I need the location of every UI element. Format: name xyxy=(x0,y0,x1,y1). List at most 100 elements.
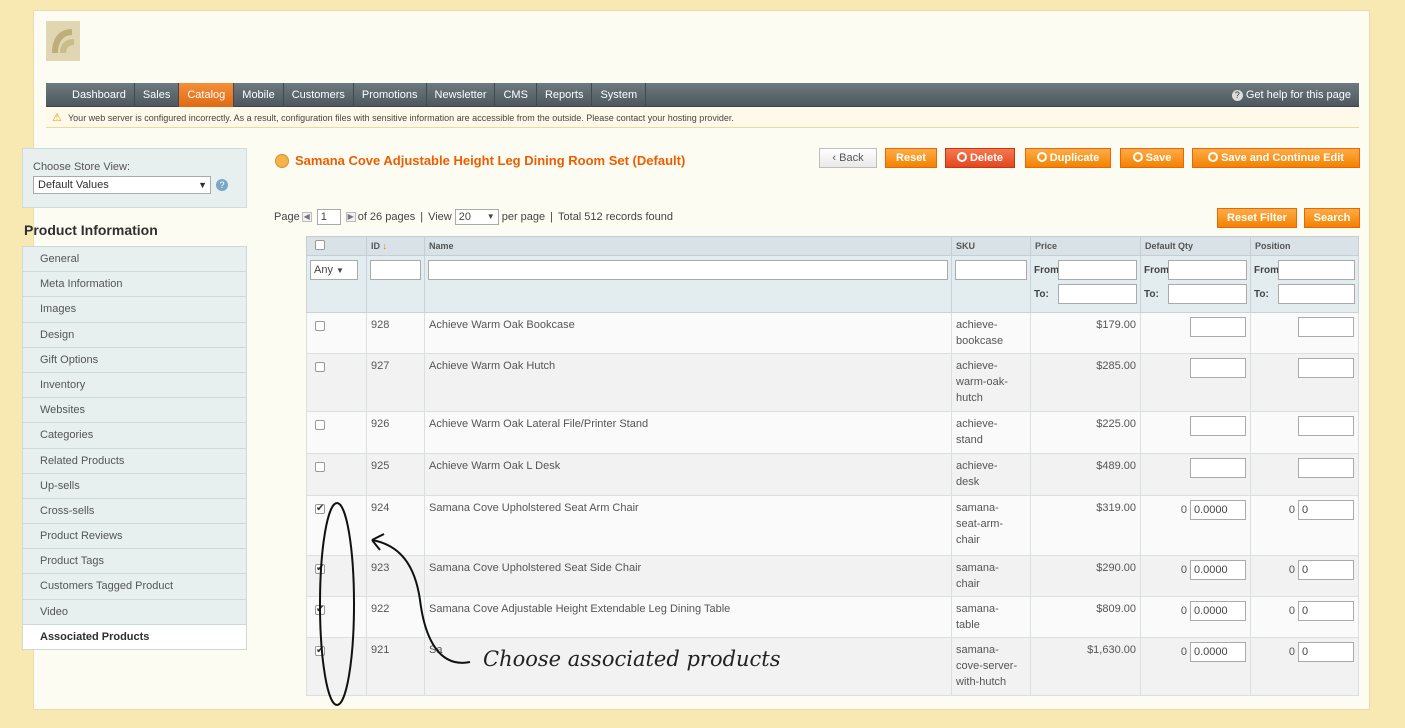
nav-item-cms[interactable]: CMS xyxy=(495,83,537,107)
price-from-input[interactable] xyxy=(1058,260,1137,280)
nav-item-catalog[interactable]: Catalog xyxy=(179,83,235,107)
row-select-checkbox[interactable] xyxy=(315,602,325,618)
tab-categories[interactable]: Categories xyxy=(23,423,246,449)
associated-products-grid: ID ↓ Name SKU Price Default Qty Position… xyxy=(306,236,1359,696)
qty-from-input[interactable] xyxy=(1168,260,1247,280)
tab-inventory[interactable]: Inventory xyxy=(23,372,246,399)
per-page-select[interactable]: 20 ▼ xyxy=(454,209,499,225)
tab-general[interactable]: General xyxy=(23,247,246,273)
row-position-input[interactable] xyxy=(1298,358,1354,378)
tab-up-sells[interactable]: Up-sells xyxy=(23,473,246,499)
row-name: Achieve Warm Oak L Desk xyxy=(424,453,952,496)
price-to-input[interactable] xyxy=(1058,284,1137,304)
name-column-header[interactable]: Name xyxy=(424,236,952,256)
table-row[interactable]: 923Samana Cove Upholstered Seat Side Cha… xyxy=(306,555,1359,597)
row-default-qty-input[interactable] xyxy=(1190,416,1246,436)
tab-product-tags[interactable]: Product Tags xyxy=(23,549,246,575)
row-position-input[interactable]: 0 xyxy=(1298,500,1354,520)
position-column-header[interactable]: Position xyxy=(1250,236,1359,256)
tab-product-reviews[interactable]: Product Reviews xyxy=(23,524,246,550)
id-column-header[interactable]: ID ↓ xyxy=(366,236,425,256)
delete-button[interactable]: Delete xyxy=(945,148,1015,168)
name-filter-input[interactable] xyxy=(428,260,948,280)
in-products-filter-select[interactable]: Any ▼ xyxy=(310,260,358,280)
position-to-input[interactable] xyxy=(1278,284,1355,304)
row-default-qty-input[interactable] xyxy=(1190,458,1246,478)
tab-related-products[interactable]: Related Products xyxy=(23,448,246,474)
default-qty-column-header[interactable]: Default Qty xyxy=(1140,236,1251,256)
row-select-checkbox[interactable] xyxy=(315,362,325,372)
row-default-qty-input[interactable]: 0.0000 xyxy=(1190,642,1246,662)
table-row[interactable]: 927 Achieve Warm Oak Hutch achieve- warm-o… xyxy=(306,353,1359,412)
nav-item-mobile[interactable]: Mobile xyxy=(234,83,284,107)
save-and-continue-button[interactable]: Save and Continue Edit xyxy=(1192,148,1360,168)
nav-item-promotions[interactable]: Promotions xyxy=(354,83,427,107)
row-default-qty-input[interactable] xyxy=(1190,317,1246,337)
product-information-title: Product Information xyxy=(24,222,158,238)
table-row[interactable]: 922Samana Cove Adjustable Height Extenda… xyxy=(306,596,1359,638)
select-all-header[interactable] xyxy=(306,236,367,256)
warning-icon: ⚠ xyxy=(52,112,62,124)
row-position-input[interactable]: 0 xyxy=(1298,642,1354,662)
row-select-checkbox[interactable] xyxy=(315,643,325,659)
nav-item-system[interactable]: System xyxy=(592,83,647,107)
nav-item-sales[interactable]: Sales xyxy=(135,83,180,107)
position-from-input[interactable] xyxy=(1278,260,1355,280)
row-position-input[interactable]: 0 xyxy=(1298,560,1354,580)
nav-item-reports[interactable]: Reports xyxy=(537,83,593,107)
nav-item-dashboard[interactable]: Dashboard xyxy=(64,83,135,107)
tab-customers-tagged-product[interactable]: Customers Tagged Product xyxy=(23,574,246,600)
row-position-input[interactable] xyxy=(1298,416,1354,436)
row-select-checkbox[interactable] xyxy=(315,501,325,517)
table-row[interactable]: 926 Achieve Warm Oak Lateral File/Printer… xyxy=(306,411,1359,454)
info-icon[interactable]: ? xyxy=(216,179,228,191)
save-button[interactable]: Save xyxy=(1120,148,1184,168)
row-select-checkbox[interactable] xyxy=(315,321,325,331)
row-default-qty-input[interactable]: 0.0000 xyxy=(1190,601,1246,621)
back-button[interactable]: ‹ Back xyxy=(819,148,877,168)
duplicate-button[interactable]: Duplicate xyxy=(1025,148,1111,168)
id-filter-input[interactable] xyxy=(370,260,421,280)
row-select-checkbox[interactable] xyxy=(315,462,325,472)
row-select-checkbox[interactable] xyxy=(315,561,325,577)
row-sku: samana- cove-server- with-hutch xyxy=(951,637,1031,696)
row-position-input[interactable] xyxy=(1298,317,1354,337)
help-link[interactable]: ? Get help for this page xyxy=(1231,83,1351,107)
select-all-checkbox[interactable] xyxy=(315,240,325,250)
tab-websites[interactable]: Websites xyxy=(23,398,246,424)
next-page-icon[interactable]: ▶ xyxy=(345,212,356,222)
tab-gift-options[interactable]: Gift Options xyxy=(23,347,246,373)
tab-associated-products[interactable]: Associated Products xyxy=(23,624,246,650)
qty-to-input[interactable] xyxy=(1168,284,1247,304)
tab-cross-sells[interactable]: Cross-sells xyxy=(23,498,246,525)
tab-design[interactable]: Design xyxy=(23,322,246,348)
table-row[interactable]: 924Samana Cove Upholstered Seat Arm Chai… xyxy=(306,495,1359,556)
row-id: 925 xyxy=(366,453,425,496)
row-position-input[interactable] xyxy=(1298,458,1354,478)
table-row[interactable]: 925 Achieve Warm Oak L Desk achieve- desk $… xyxy=(306,453,1359,496)
tab-images[interactable]: Images xyxy=(23,297,246,323)
magento-logo xyxy=(46,21,80,61)
tab-video[interactable]: Video xyxy=(23,599,246,625)
price-column-header[interactable]: Price xyxy=(1030,236,1141,256)
reset-filter-button[interactable]: Reset Filter xyxy=(1217,208,1297,228)
table-row[interactable]: 921Sasamana- cove-server- with-hutch$1,6… xyxy=(306,637,1359,696)
sku-filter-input[interactable] xyxy=(955,260,1027,280)
tab-meta-information[interactable]: Meta Information xyxy=(23,272,246,298)
help-icon: ? xyxy=(1231,90,1243,101)
prev-page-icon[interactable]: ◀ xyxy=(301,212,312,222)
row-position-input[interactable]: 0 xyxy=(1298,601,1354,621)
row-default-qty-input[interactable] xyxy=(1190,358,1246,378)
row-select-checkbox[interactable] xyxy=(315,420,325,430)
store-view-select[interactable]: Default Values ▼ xyxy=(33,176,211,194)
row-default-qty-input[interactable]: 0.0000 xyxy=(1190,500,1246,520)
search-button[interactable]: Search xyxy=(1304,208,1360,228)
nav-item-newsletter[interactable]: Newsletter xyxy=(427,83,496,107)
sku-column-header[interactable]: SKU xyxy=(951,236,1031,256)
table-row[interactable]: 928 Achieve Warm Oak Bookcase achieve- boo… xyxy=(306,312,1359,354)
page-input[interactable]: 1 xyxy=(316,209,341,225)
reset-button[interactable]: Reset xyxy=(885,148,937,168)
nav-item-customers[interactable]: Customers xyxy=(284,83,354,107)
row-default-qty-input[interactable]: 0.0000 xyxy=(1190,560,1246,580)
row-id: 922 xyxy=(366,596,425,638)
